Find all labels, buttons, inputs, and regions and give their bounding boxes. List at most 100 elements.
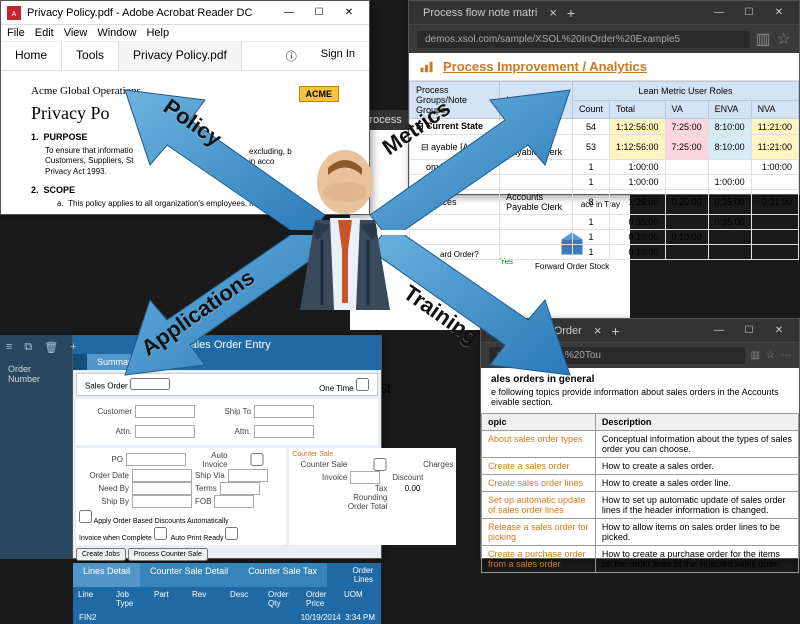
tab-doc[interactable]: Privacy Policy.pdf — [119, 42, 242, 70]
minimize-button[interactable]: — — [275, 3, 303, 23]
tab-home[interactable]: Home — [1, 42, 62, 70]
pdf-title: Privacy Policy.pdf - Adobe Acrobat Reade… — [27, 7, 275, 19]
orderdate-input[interactable] — [132, 469, 192, 482]
add-icon[interactable]: + — [70, 341, 76, 354]
col-va[interactable]: VA — [665, 100, 708, 119]
metrics-header: Process Improvement / Analytics — [409, 53, 799, 81]
training-header: ales orders in general — [481, 368, 799, 387]
invoice-input[interactable] — [350, 471, 380, 484]
metric-row[interactable]: 10:10:000:10:00 — [410, 230, 799, 245]
close-button[interactable]: ✕ — [765, 321, 793, 341]
favorite-icon[interactable]: ☆ — [777, 29, 791, 49]
col-nva[interactable]: NVA — [751, 100, 798, 119]
auto-invoice-check[interactable] — [231, 453, 284, 466]
close-button[interactable]: ✕ — [765, 3, 793, 23]
maximize-button[interactable]: ☐ — [735, 321, 763, 341]
metric-row[interactable]: ⊟ ayable [As-Is]Accounts Payable Clerk53… — [410, 135, 799, 160]
metrics-table: Process Groups/Note Groups Initiating Ro… — [409, 81, 799, 260]
auto-print-check[interactable] — [225, 527, 238, 540]
section-scope: SCOPE — [44, 185, 76, 195]
close-tab-icon[interactable]: × — [590, 323, 606, 338]
signin-link[interactable]: Sign In — [307, 42, 369, 70]
metrics-titlebar: Process flow note matri × + — ☐ ✕ — [409, 1, 799, 25]
metric-row[interactable]: 10:35:000:35:00 — [410, 215, 799, 230]
customer-input[interactable] — [135, 405, 195, 418]
pdf-info-icon[interactable]: ⓘ — [276, 42, 307, 70]
inv-complete-check[interactable] — [154, 527, 167, 540]
menu-view[interactable]: View — [64, 27, 88, 39]
metrics-addressbar: demos.xsol.com/sample/XSOL%20InOrder%20E… — [409, 25, 799, 53]
close-button[interactable]: ✕ — [335, 3, 363, 23]
app-sidebar: ≡ ⧉ 🗑 + Order Number — [0, 335, 72, 559]
counter-detail-tab[interactable]: Counter Sale Detail — [140, 563, 238, 587]
pdf-tabbar: Home Tools Privacy Policy.pdf ⓘ Sign In — [1, 42, 369, 71]
fob-input[interactable] — [214, 495, 254, 508]
menu-window[interactable]: Window — [97, 27, 136, 39]
attn-input[interactable] — [135, 425, 195, 438]
person-icon — [280, 140, 410, 310]
sidebar-toolbar: ≡ ⧉ 🗑 + — [0, 335, 72, 360]
chart-icon — [419, 60, 437, 74]
salesorder-window: Sales Order Entry Summary History Sales … — [72, 335, 382, 559]
minimize-button[interactable]: — — [705, 321, 733, 341]
shipto-input[interactable] — [254, 405, 314, 418]
more-icon[interactable]: ⋯ — [781, 350, 791, 361]
url-input[interactable]: demos.xsol.com/sample/XSOL%20InOrder%20E… — [417, 31, 750, 48]
col-desc: Description — [595, 414, 798, 431]
training-row: Create a purchase order from a sales ord… — [482, 546, 799, 573]
po-input[interactable] — [126, 453, 186, 466]
menu-edit[interactable]: Edit — [35, 27, 54, 39]
menu-icon[interactable]: ≡ — [6, 341, 12, 354]
lines-detail-tab[interactable]: Lines Detail — [73, 563, 140, 587]
tab-tools[interactable]: Tools — [62, 42, 119, 70]
menu-help[interactable]: Help — [146, 27, 169, 39]
close-tab-icon[interactable]: × — [545, 5, 561, 20]
order-number-label: Order Number — [0, 360, 72, 388]
so-tab-summary[interactable]: Summary — [87, 354, 146, 370]
metrics-tab[interactable]: Process flow note matri — [415, 7, 545, 19]
so-tabbar: Summary History — [73, 354, 381, 370]
metric-row[interactable]: nvoicesAccounts Payable Clerk81:26:000:2… — [410, 190, 799, 215]
training-window: reate Sales Order × + — ☐ ✕ matai:85/XSO… — [480, 318, 800, 559]
menu-file[interactable]: File — [7, 27, 25, 39]
training-row: Release a sales order for pickingHow to … — [482, 519, 799, 546]
reading-view-icon[interactable]: ▥ — [751, 350, 760, 361]
training-sub: e following topics provide information a… — [481, 387, 799, 413]
copy-icon[interactable]: ⧉ — [24, 341, 32, 354]
attn2-input[interactable] — [254, 425, 314, 438]
metric-row[interactable]: 10:10:00 — [410, 245, 799, 260]
counter-tax-tab[interactable]: Counter Sale Tax — [238, 563, 327, 587]
svg-text:A: A — [12, 10, 17, 17]
maximize-button[interactable]: ☐ — [735, 3, 763, 23]
metric-row[interactable]: ⊟ Current State541:12:56:007:25:008:10:0… — [410, 119, 799, 135]
terms-input[interactable] — [220, 482, 260, 495]
metric-row[interactable]: Payables11:00:001:00:00 — [410, 175, 799, 190]
metrics-window: Process flow note matri × + — ☐ ✕ demos.… — [408, 0, 800, 195]
shipvia-input[interactable] — [228, 469, 268, 482]
col-enva[interactable]: ENVA — [708, 100, 751, 119]
needby-input[interactable] — [132, 482, 192, 495]
section-purpose: PURPOSE — [44, 132, 88, 142]
col-init[interactable]: Initiating Roles — [500, 82, 573, 119]
training-tab[interactable]: reate Sales Order — [487, 325, 590, 337]
training-row: About sales order typesConceptual inform… — [482, 431, 799, 458]
delete-icon[interactable]: 🗑 — [44, 341, 58, 354]
training-titlebar: reate Sales Order × + — ☐ ✕ — [481, 319, 799, 343]
new-tab-button[interactable]: + — [605, 323, 625, 339]
col-total[interactable]: Total — [610, 100, 666, 119]
training-addressbar: matai:85/XSOL%20Tou ▥ ☆ ⋯ — [481, 343, 799, 368]
training-row: Create a sales orderHow to create a sale… — [482, 458, 799, 475]
sales-order-input[interactable] — [130, 378, 170, 390]
maximize-button[interactable]: ☐ — [305, 3, 333, 23]
one-time-check[interactable] — [356, 378, 369, 391]
new-tab-button[interactable]: + — [561, 5, 581, 21]
col-count[interactable]: Count — [572, 100, 609, 119]
favorite-icon[interactable]: ☆ — [766, 350, 775, 361]
minimize-button[interactable]: — — [705, 3, 733, 23]
apply-disc-check[interactable] — [79, 510, 92, 523]
shipby-input[interactable] — [132, 495, 192, 508]
reading-view-icon[interactable]: ▥ — [756, 29, 771, 49]
training-url[interactable]: matai:85/XSOL%20Tou — [489, 347, 745, 364]
metric-row[interactable]: om Vendor11:00:001:00:00 — [410, 160, 799, 175]
counter-check[interactable] — [350, 458, 410, 471]
